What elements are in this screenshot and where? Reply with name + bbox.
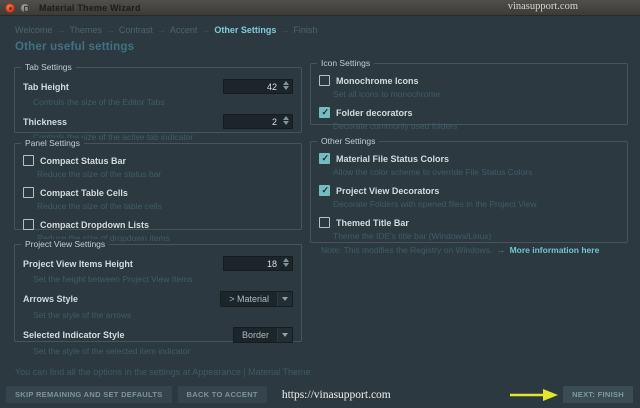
group-title: Project View Settings <box>21 239 110 249</box>
group-title: Other Settings <box>317 136 380 146</box>
tab-height-spinner[interactable]: 42 <box>223 79 293 94</box>
compact-dropdown-lists-checkbox-row[interactable]: Compact Dropdown Lists <box>23 219 293 230</box>
next-finish-button[interactable]: NEXT: FINISH <box>563 386 633 403</box>
folder-decorators-checkbox-row[interactable]: Folder decorators <box>319 107 619 118</box>
tab-height-value: 42 <box>266 81 277 92</box>
breadcrumb-welcome: Welcome <box>15 25 53 35</box>
tab-height-desc: Controls the size of the Editor Tabs <box>33 97 165 107</box>
spinner-arrows-icon[interactable] <box>283 81 289 90</box>
arrows-style-dropdown[interactable]: > Material <box>220 291 293 307</box>
thickness-label: Thickness <box>23 116 68 127</box>
compact-status-bar-desc: Reduce the size of the status bar <box>37 169 162 179</box>
folder-decorators-checkbox[interactable] <box>319 107 330 118</box>
titlebar-watermark: vinasupport.com <box>507 1 578 12</box>
footer-note: You can find all the options in the sett… <box>15 367 311 377</box>
project-view-decorators-checkbox[interactable] <box>319 185 330 196</box>
compact-table-cells-checkbox-row[interactable]: Compact Table Cells <box>23 187 293 198</box>
back-to-accent-button[interactable]: BACK TO ACCENT <box>177 386 267 403</box>
page-title: Other useful settings <box>15 41 135 53</box>
compact-dropdown-lists-label: Compact Dropdown Lists <box>40 219 150 230</box>
group-title: Icon Settings <box>317 58 375 68</box>
annotation-arrow-icon <box>510 388 559 401</box>
compact-status-bar-label: Compact Status Bar <box>40 155 127 166</box>
thickness-spinner[interactable]: 2 <box>223 114 293 129</box>
themed-title-bar-label: Themed Title Bar <box>336 217 409 228</box>
breadcrumb-finish: Finish <box>293 25 318 35</box>
project-view-decorators-desc: Decorate Folders with opened files in th… <box>333 199 537 209</box>
themed-title-bar-checkbox-row[interactable]: Themed Title Bar <box>319 217 619 228</box>
breadcrumb-accent: Accent <box>169 25 198 35</box>
selected-indicator-style-value: Border <box>241 330 269 340</box>
project-view-items-height-value: 18 <box>266 258 277 269</box>
project-view-decorators-label: Project View Decorators <box>336 185 440 196</box>
group-title: Panel Settings <box>21 138 84 148</box>
project-view-items-height-label: Project View Items Height <box>23 258 133 269</box>
material-file-status-colors-label: Material File Status Colors <box>336 153 450 164</box>
breadcrumb-separator: → <box>56 25 66 35</box>
group-panel-settings: Panel Settings Compact Status Bar Reduce… <box>14 138 302 243</box>
chevron-down-icon <box>282 297 288 301</box>
selected-indicator-style-desc: Set the style of the selected item indic… <box>33 346 191 356</box>
compact-dropdown-lists-checkbox[interactable] <box>23 219 34 230</box>
breadcrumb-separator: → <box>156 25 166 35</box>
selected-indicator-style-label: Selected Indicator Style <box>23 330 125 340</box>
arrows-style-value: > Material <box>229 294 269 304</box>
tab-height-label: Tab Height <box>23 81 69 92</box>
thickness-value: 2 <box>271 116 277 127</box>
breadcrumb-other-settings: Other Settings <box>214 25 277 35</box>
link-arrow-icon: → <box>496 245 506 255</box>
group-other-settings: Other Settings Material File Status Colo… <box>310 136 628 255</box>
breadcrumb-separator: → <box>201 25 211 35</box>
compact-status-bar-checkbox-row[interactable]: Compact Status Bar <box>23 155 293 166</box>
breadcrumb-themes: Themes <box>69 25 102 35</box>
group-project-view-settings: Project View Settings Project View Items… <box>14 239 302 356</box>
compact-table-cells-label: Compact Table Cells <box>40 187 128 198</box>
group-title: Tab Settings <box>21 62 76 72</box>
folder-decorators-desc: Decorate commonly used folders <box>333 121 458 131</box>
project-view-items-height-spinner[interactable]: 18 <box>223 256 293 271</box>
dropdown-arrow-button[interactable] <box>277 328 292 342</box>
monochrome-icons-checkbox[interactable] <box>319 75 330 86</box>
watermark-url: https://vinasupport.com <box>281 388 391 401</box>
arrows-style-desc: Set the style of the arrows <box>33 310 132 320</box>
skip-remaining-button[interactable]: SKIP REMAINING AND SET DEFAULTS <box>6 386 172 403</box>
wizard-body: Welcome → Themes → Contrast → Accent → Other Set… <box>0 17 640 408</box>
themed-title-bar-checkbox[interactable] <box>319 217 330 228</box>
titlebar: Material Theme Wizard vinasupport.com <box>0 0 640 16</box>
compact-table-cells-checkbox[interactable] <box>23 187 34 198</box>
maximize-icon[interactable] <box>20 2 30 13</box>
compact-table-cells-desc: Reduce the size of the table cells <box>37 201 162 211</box>
breadcrumb-separator: → <box>280 25 290 35</box>
footer-bar: SKIP REMAINING AND SET DEFAULTS BACK TO … <box>6 386 633 403</box>
breadcrumb: Welcome → Themes → Contrast → Accent → Other Set… <box>15 25 317 35</box>
material-file-status-colors-checkbox[interactable] <box>319 153 330 164</box>
spinner-arrows-icon[interactable] <box>283 116 289 125</box>
spinner-arrows-icon[interactable] <box>283 258 289 267</box>
registry-note-text: Note: This modifies the Registry on Wind… <box>321 245 493 255</box>
group-tab-settings: Tab Settings Tab Height 42 Controls the … <box>14 62 302 142</box>
themed-title-bar-desc: Theme the IDE's title bar (Windows/Linux… <box>333 231 492 241</box>
registry-note: Note: This modifies the Registry on Wind… <box>321 245 619 255</box>
material-file-status-colors-desc: Allow the color scheme to override File … <box>333 167 533 177</box>
close-icon[interactable] <box>5 2 15 13</box>
monochrome-icons-desc: Set all icons to monochrome <box>333 89 441 99</box>
more-information-link[interactable]: More information here <box>510 245 600 255</box>
material-file-status-colors-checkbox-row[interactable]: Material File Status Colors <box>319 153 619 164</box>
dropdown-arrow-button[interactable] <box>277 292 292 306</box>
breadcrumb-contrast: Contrast <box>118 25 153 35</box>
group-icon-settings: Icon Settings Monochrome Icons Set all i… <box>310 58 628 131</box>
selected-indicator-style-dropdown[interactable]: Border <box>232 327 293 343</box>
breadcrumb-separator: → <box>105 25 115 35</box>
window-title: Material Theme Wizard <box>39 2 141 13</box>
folder-decorators-label: Folder decorators <box>336 107 413 118</box>
project-view-decorators-checkbox-row[interactable]: Project View Decorators <box>319 185 619 196</box>
arrows-style-label: Arrows Style <box>23 294 79 304</box>
project-view-items-height-desc: Set the height between Project View Item… <box>33 274 193 284</box>
monochrome-icons-checkbox-row[interactable]: Monochrome Icons <box>319 75 619 86</box>
monochrome-icons-label: Monochrome Icons <box>336 75 419 86</box>
chevron-down-icon <box>282 333 288 337</box>
compact-status-bar-checkbox[interactable] <box>23 155 34 166</box>
